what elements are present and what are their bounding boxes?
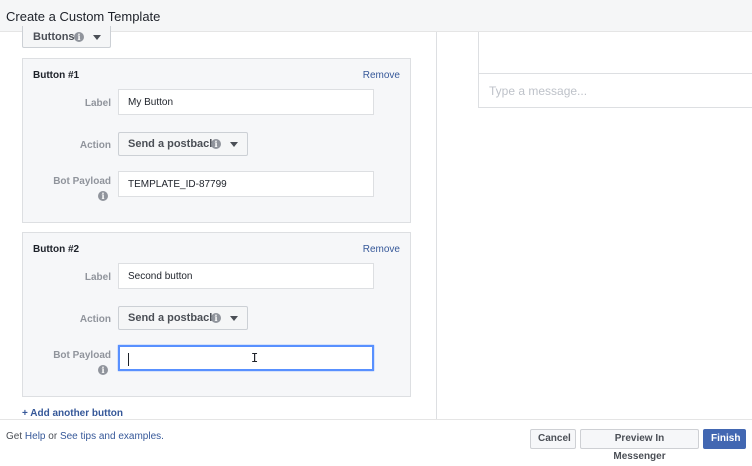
button-card-1: Button #1 Remove Label My Button Action …	[22, 58, 411, 223]
button-card-title: Button #1	[33, 70, 80, 81]
button-card-2: Button #2 Remove Label Second button Act…	[22, 232, 411, 397]
button-2-action-select[interactable]: Send a postback i	[118, 306, 248, 330]
text-caret	[128, 353, 129, 366]
remove-button-2-link[interactable]: Remove	[363, 244, 400, 255]
button-1-payload-input[interactable]: TEMPLATE_ID-87799	[118, 171, 374, 197]
info-icon[interactable]: i	[74, 32, 84, 42]
chevron-down-icon	[230, 316, 238, 321]
finish-button[interactable]: Finish	[703, 429, 746, 449]
window-title: Create a Custom Template	[6, 9, 161, 24]
info-icon[interactable]: i	[98, 191, 108, 201]
template-type-select[interactable]: Buttons i	[22, 26, 111, 48]
label-caption: Label	[84, 98, 111, 109]
chevron-down-icon	[93, 35, 101, 40]
payload-caption: Bot Payload	[53, 176, 111, 187]
button-1-action-select[interactable]: Send a postback i	[118, 132, 248, 156]
i-beam-cursor-icon: I	[251, 351, 259, 365]
button-card-title: Button #2	[33, 244, 80, 255]
preview-in-messenger-button[interactable]: Preview In Messenger	[580, 429, 699, 462]
template-type-value: Buttons	[33, 31, 75, 43]
payload-caption: Bot Payload	[53, 350, 111, 361]
preview-separator	[479, 73, 752, 74]
panel-divider	[436, 32, 437, 419]
action-caption: Action	[79, 140, 111, 151]
action-caption: Action	[79, 314, 111, 325]
info-icon[interactable]: i	[98, 365, 108, 375]
footer-get-text: Get	[6, 431, 23, 442]
cancel-button[interactable]: Cancel	[530, 429, 576, 449]
action-value: Send a postback	[128, 312, 216, 324]
footer-bar: Get Help or See tips and examples. Cance…	[0, 419, 752, 462]
tips-link[interactable]: See tips and examples.	[60, 431, 164, 442]
messenger-preview: Type a message...	[478, 32, 752, 108]
button-2-payload-input[interactable]: I	[118, 345, 374, 371]
action-value: Send a postback	[128, 138, 216, 150]
title-bar: Create a Custom Template	[0, 0, 752, 32]
info-icon[interactable]: i	[211, 313, 221, 323]
message-input[interactable]: Type a message...	[489, 84, 587, 98]
help-link[interactable]: Help	[25, 431, 46, 442]
button-1-label-input[interactable]: My Button	[118, 89, 374, 115]
chevron-down-icon	[230, 142, 238, 147]
button-2-label-input[interactable]: Second button	[118, 263, 374, 289]
info-icon[interactable]: i	[211, 139, 221, 149]
add-another-button-link[interactable]: + Add another button	[22, 408, 123, 419]
footer-help-text: Get Help or See tips and examples.	[6, 431, 164, 442]
label-caption: Label	[84, 272, 111, 283]
footer-or-text: or	[48, 431, 58, 442]
remove-button-1-link[interactable]: Remove	[363, 70, 400, 81]
